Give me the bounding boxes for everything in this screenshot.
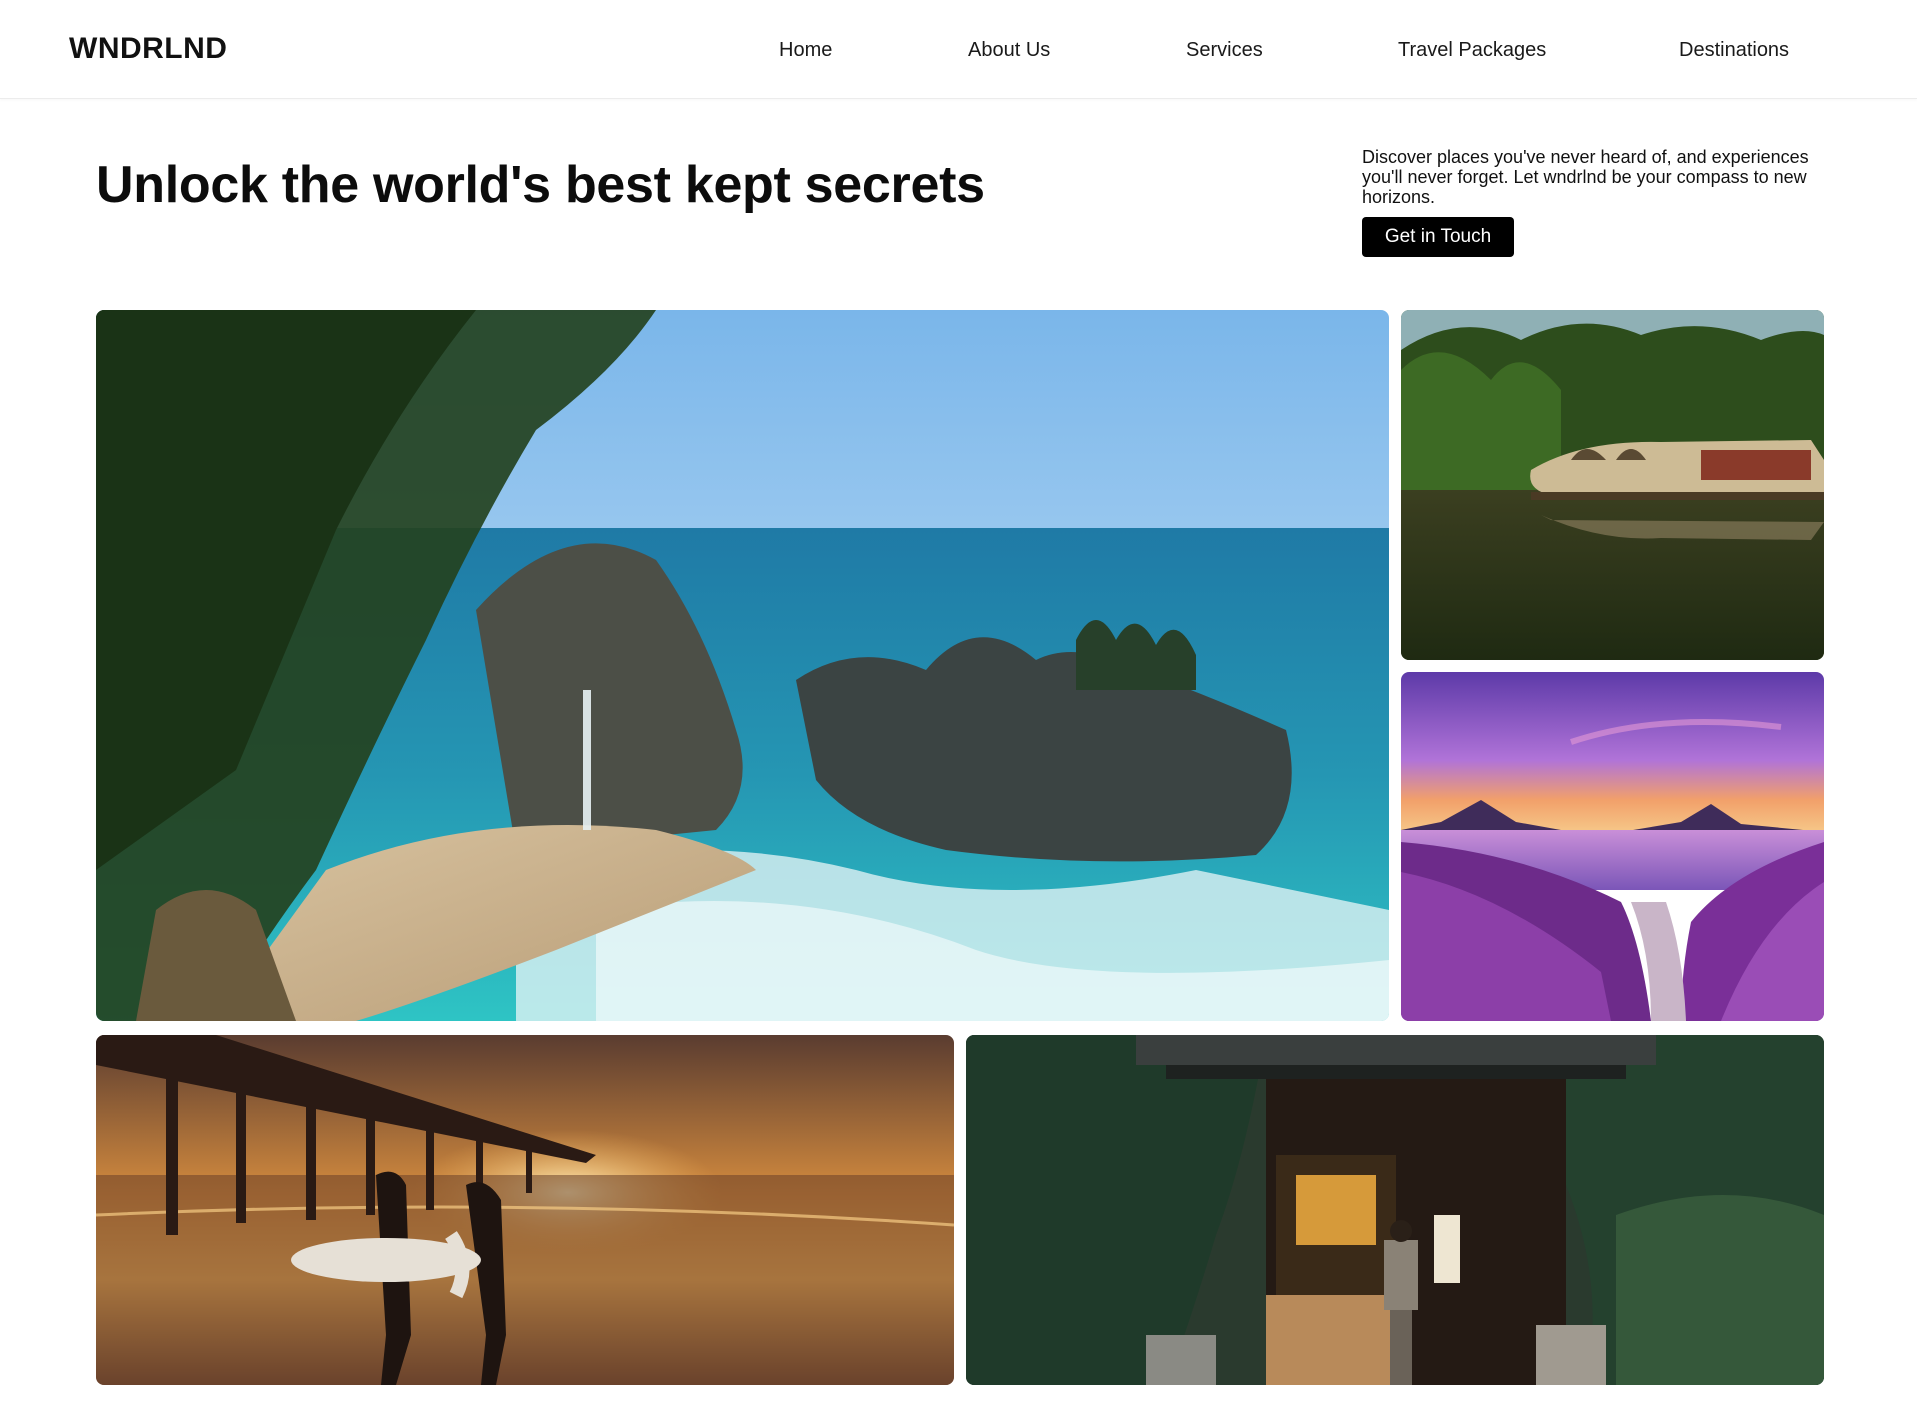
nav-link-destinations[interactable]: Destinations <box>1679 35 1789 65</box>
nav-link-home[interactable]: Home <box>779 35 832 65</box>
houseboat-backwaters-photo[interactable] <box>1401 310 1824 660</box>
surfers-pier-sunset-photo[interactable] <box>96 1035 954 1385</box>
surfers-pier-sunset-image <box>96 1035 954 1385</box>
lavender-lake-sunset-photo[interactable] <box>1401 672 1824 1021</box>
get-in-touch-button[interactable]: Get in Touch <box>1362 217 1514 257</box>
coastal-waterfall-photo[interactable] <box>96 310 1389 1021</box>
nav-link-travel-packages[interactable]: Travel Packages <box>1398 35 1546 65</box>
nav-link-services[interactable]: Services <box>1186 35 1263 65</box>
houseboat-backwaters-image <box>1401 310 1824 660</box>
nav-link-about-us[interactable]: About Us <box>968 35 1050 65</box>
top-navbar: WNDRLND Home About Us Services Travel Pa… <box>0 0 1917 99</box>
main-nav: Home About Us Services Travel Packages D… <box>0 35 1917 65</box>
hero-headline: Unlock the world's best kept secrets <box>96 156 985 214</box>
lavender-lake-sunset-image <box>1401 672 1824 1021</box>
japanese-shrine-gate-image <box>966 1035 1824 1385</box>
japanese-shrine-gate-photo[interactable] <box>966 1035 1824 1385</box>
hero-tagline: Discover places you've never heard of, a… <box>1362 147 1809 207</box>
coastal-waterfall-image <box>96 310 1389 1021</box>
